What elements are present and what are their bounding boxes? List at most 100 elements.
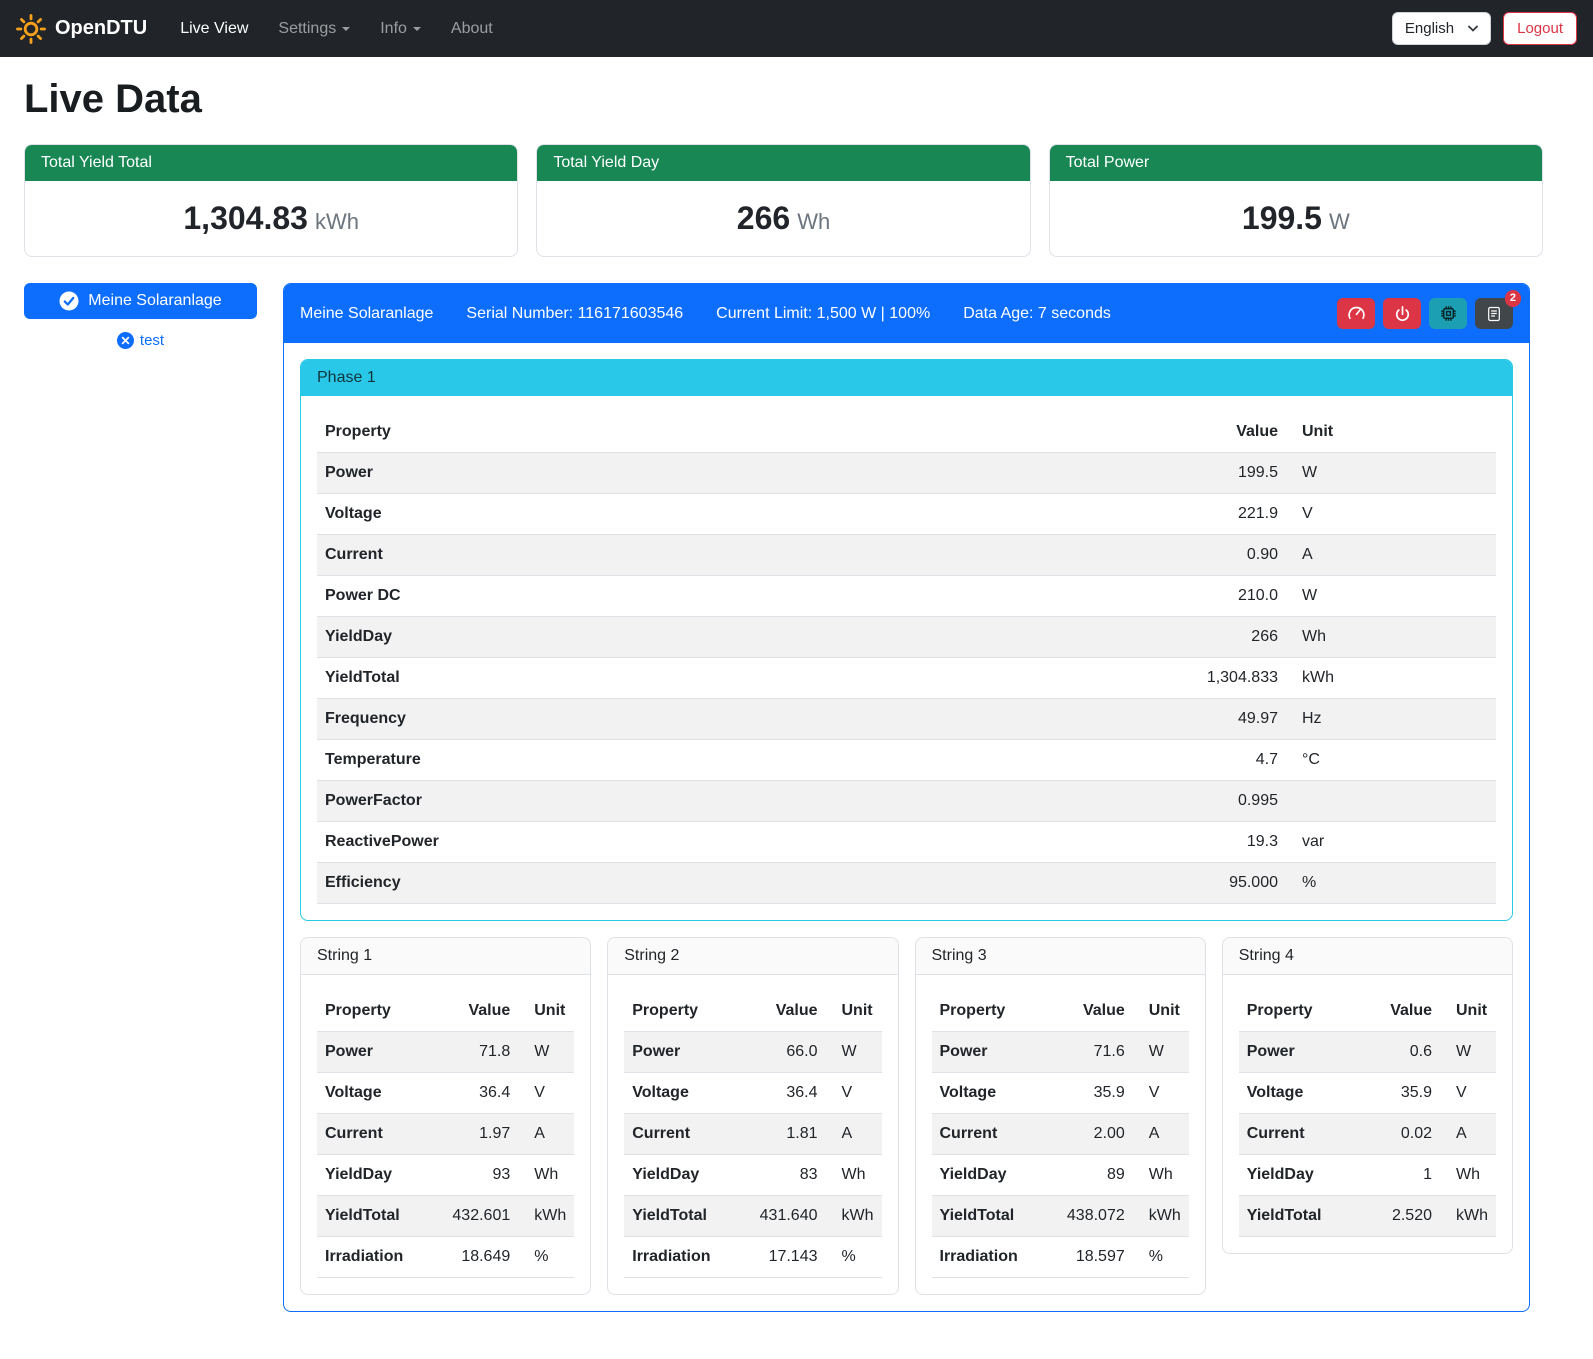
property-cell: YieldDay [932,1155,1045,1196]
logout-button[interactable]: Logout [1503,12,1577,45]
table-row: PowerFactor 0.995 [317,781,1496,822]
nav-settings[interactable]: Settings [263,12,365,46]
content-row: Meine Solaranlage test Meine Solaranlage… [24,283,1543,1312]
property-cell: Temperature [317,740,897,781]
table-row: Irradiation 18.597 % [932,1237,1189,1278]
card-value: 1,304.83 [183,200,308,236]
nav-info[interactable]: Info [365,12,436,46]
string-card-title: String 3 [916,938,1205,975]
string-card-3: String 3 Property Value Unit [915,937,1206,1295]
string-table: Property Value Unit Power 0.6 [1239,991,1496,1237]
card-title: Total Power [1050,145,1542,181]
property-cell: Voltage [317,494,897,535]
chevron-down-icon [1468,25,1478,32]
value-cell: 1.97 [430,1114,518,1155]
table-row: Temperature 4.7 °C [317,740,1496,781]
property-cell: Voltage [317,1073,430,1114]
nav-about[interactable]: About [436,12,508,46]
table-row: ReactivePower 19.3 var [317,822,1496,863]
language-select[interactable]: English [1392,12,1491,45]
property-cell: YieldDay [317,617,897,658]
nav-links: Live View Settings Info About [165,12,1392,46]
summary-cards-row: Total Yield Total 1,304.83kWh Total Yiel… [24,144,1543,257]
property-cell: Voltage [624,1073,737,1114]
table-row: YieldTotal 432.601 kWh [317,1196,574,1237]
table-row: Current 1.81 A [624,1114,881,1155]
string-table: Property Value Unit Power 66.0 [624,991,881,1278]
inverter-panel-body: Phase 1 Property Value Unit [284,343,1529,1311]
property-cell: Frequency [317,699,897,740]
table-header-row: Property Value Unit [624,991,881,1032]
unit-cell: A [1440,1114,1496,1155]
inverter-select-button[interactable]: Meine Solaranlage [24,283,257,319]
inverter-panel-header: Meine Solaranlage Serial Number: 1161716… [284,284,1529,343]
table-row: Power 71.8 W [317,1032,574,1073]
page-container: Live Data Total Yield Total 1,304.83kWh … [0,57,1593,1336]
property-cell: ReactivePower [317,822,897,863]
brand[interactable]: OpenDTU [16,14,147,44]
unit-cell: Wh [1440,1155,1496,1196]
table-header-row: Property Value Unit [317,412,1496,453]
property-cell: YieldTotal [932,1196,1045,1237]
unit-cell: Wh [518,1155,574,1196]
table-row: YieldDay 1 Wh [1239,1155,1496,1196]
value-cell: 1,304.833 [897,658,1286,699]
inverter-sidebar: Meine Solaranlage test [24,283,257,349]
table-row: Efficiency 95.000 % [317,863,1496,904]
unit-cell: kWh [1133,1196,1189,1237]
table-row: YieldTotal 1,304.833 kWh [317,658,1496,699]
column-property: Property [317,991,430,1032]
language-value: English [1405,20,1454,37]
value-cell: 1 [1362,1155,1440,1196]
property-cell: Power [624,1032,737,1073]
unit-cell: kWh [1286,658,1496,699]
nav-label: About [451,20,493,38]
table-row: YieldDay 93 Wh [317,1155,574,1196]
event-count-badge: 2 [1505,290,1521,307]
string-table: Property Value Unit Power 71.8 [317,991,574,1278]
string-table: Property Value Unit Power 71.6 [932,991,1189,1278]
property-cell: YieldTotal [624,1196,737,1237]
table-row: Irradiation 18.649 % [317,1237,574,1278]
value-cell: 83 [737,1155,825,1196]
column-unit: Unit [1440,991,1496,1032]
value-cell: 432.601 [430,1196,518,1237]
table-row: Voltage 36.4 V [624,1073,881,1114]
table-row: YieldDay 83 Wh [624,1155,881,1196]
inverter-data-age: Data Age: 7 seconds [963,305,1111,323]
unit-cell: kWh [1440,1196,1496,1237]
power-settings-button[interactable] [1383,298,1421,329]
property-cell: Irradiation [932,1237,1045,1278]
sun-icon [16,14,46,44]
card-value: 199.5 [1242,200,1322,236]
inverter-panel: Meine Solaranlage Serial Number: 1161716… [283,283,1530,1312]
card-unit: Wh [797,209,830,234]
value-cell: 66.0 [737,1032,825,1073]
table-row: Voltage 221.9 V [317,494,1496,535]
property-cell: YieldTotal [1239,1196,1362,1237]
page-title: Live Data [24,77,1543,122]
table-row: Current 0.90 A [317,535,1496,576]
unit-cell: A [826,1114,882,1155]
unit-cell: W [1440,1032,1496,1073]
unit-cell: A [518,1114,574,1155]
value-cell: 71.8 [430,1032,518,1073]
property-cell: Voltage [1239,1073,1362,1114]
inverter-actions: 2 [1337,298,1513,329]
unit-cell: Hz [1286,699,1496,740]
card-unit: kWh [315,209,359,234]
table-row: Current 2.00 A [932,1114,1189,1155]
card-value: 266 [737,200,790,236]
value-cell: 35.9 [1044,1073,1132,1114]
event-log-button[interactable]: 2 [1475,298,1513,329]
value-cell: 266 [897,617,1286,658]
device-info-button[interactable] [1429,298,1467,329]
sidebar-item-test[interactable]: test [24,332,257,349]
phase-card-title: Phase 1 [301,360,1512,396]
unit-cell: W [518,1032,574,1073]
table-row: Power 199.5 W [317,453,1496,494]
property-cell: Irradiation [624,1237,737,1278]
table-row: Power DC 210.0 W [317,576,1496,617]
limit-settings-button[interactable] [1337,298,1375,329]
nav-live-view[interactable]: Live View [165,12,263,46]
